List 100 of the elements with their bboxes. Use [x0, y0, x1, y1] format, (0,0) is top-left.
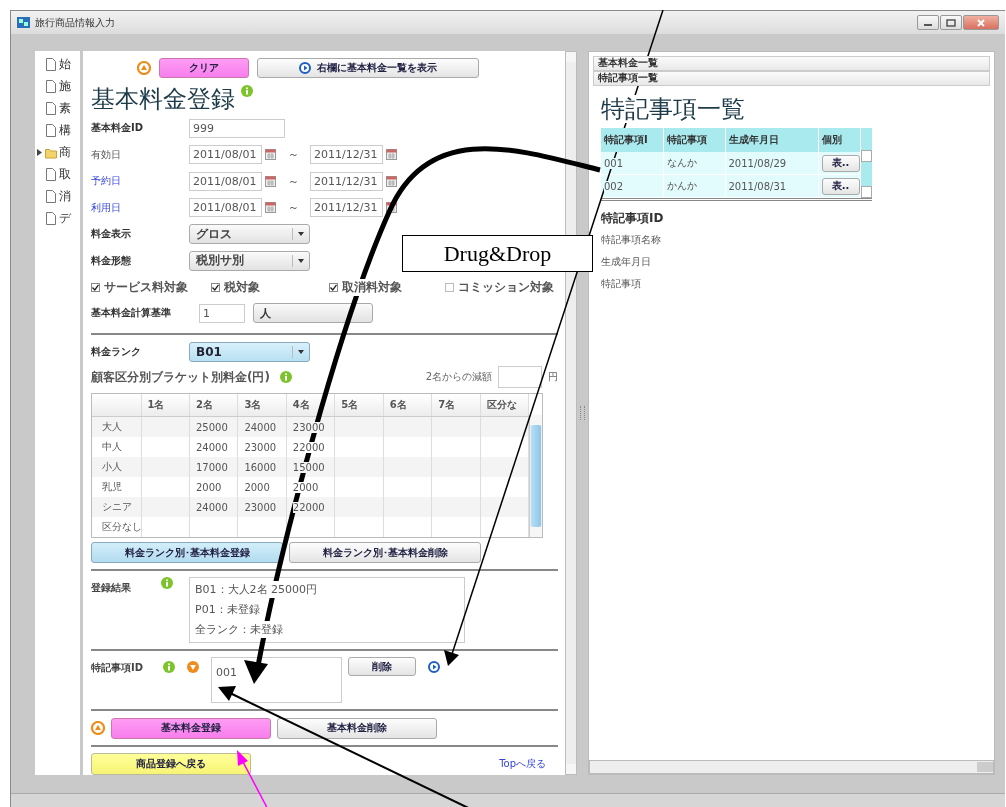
detail-label: 特記事項ID — [601, 211, 665, 225]
play-icon[interactable] — [428, 661, 440, 673]
clear-button[interactable]: クリア — [159, 58, 249, 78]
date-field[interactable]: 2011/12/31 — [310, 171, 383, 191]
column-header[interactable]: 2名 — [189, 394, 238, 417]
row-header: 中人 — [92, 437, 141, 457]
table-cell: 002 — [604, 180, 624, 192]
checkbox[interactable] — [91, 282, 100, 292]
show-list-button[interactable]: 右欄に基本料金一覧を表示 — [257, 58, 479, 78]
expand-down-icon[interactable] — [187, 661, 199, 673]
scrollbar[interactable] — [565, 51, 577, 775]
date-field[interactable]: 2011/08/01 — [189, 171, 262, 191]
column-header[interactable]: 6名 — [383, 394, 432, 417]
note-id-field[interactable]: 001 — [211, 657, 342, 703]
column-header[interactable]: 区分な — [480, 394, 529, 417]
date-field[interactable]: 2011/12/31 — [310, 145, 383, 165]
minimize-button[interactable] — [917, 15, 939, 30]
collapse-up-icon[interactable] — [137, 61, 151, 75]
column-header[interactable]: 7名 — [431, 394, 481, 417]
checkbox-label: サービス料対象 — [104, 278, 188, 296]
collapse-arrow-icon[interactable] — [36, 149, 42, 156]
play-icon[interactable] — [299, 62, 311, 74]
rank-button[interactable]: 料金ランク別･基本料金登録 — [91, 542, 283, 563]
column-header[interactable]: 特記事項I — [601, 128, 663, 152]
column-header[interactable]: 生成年月日 — [725, 128, 818, 152]
tree-item[interactable]: 構 — [59, 122, 71, 139]
delete-button[interactable]: 削除 — [348, 657, 416, 676]
field-link[interactable]: 予約日 — [91, 174, 189, 189]
quantity-field[interactable]: 1 — [199, 303, 245, 323]
date-field[interactable]: 2011/08/01 — [189, 145, 262, 165]
rank-button[interactable]: 料金ランク別･基本料金削除 — [289, 542, 481, 563]
field-label: 料金表示 — [91, 227, 132, 242]
id-field[interactable]: 999 — [189, 118, 285, 138]
rank-dropdown[interactable]: B01 — [189, 341, 310, 362]
file-icon — [45, 190, 57, 203]
info-icon[interactable] — [163, 661, 175, 673]
unit-label: 円 — [548, 370, 558, 384]
show-button[interactable]: 表.. — [821, 154, 860, 172]
accordion-header[interactable]: 特記事項一覧 — [593, 71, 990, 86]
scrollbar[interactable] — [589, 760, 994, 774]
panel-title: 特記事項一覧 — [601, 95, 745, 123]
app-icon — [17, 17, 30, 28]
tree-item[interactable]: 始 — [59, 56, 71, 73]
column-header[interactable]: 3名 — [237, 394, 287, 417]
field-link[interactable]: 利用日 — [91, 200, 189, 215]
scrollbar[interactable] — [529, 415, 542, 537]
table-cell: 24000 — [244, 421, 277, 433]
close-button[interactable] — [963, 15, 999, 30]
field-label: 基本料金ID — [91, 121, 145, 136]
table-cell: 25000 — [195, 421, 228, 433]
info-icon[interactable] — [161, 577, 173, 589]
table-cell: 2000 — [244, 481, 270, 493]
checkbox-label: コミッション対象 — [458, 278, 554, 296]
checkbox-label: 取消料対象 — [342, 278, 402, 296]
range-separator: ～ — [286, 200, 300, 216]
action-button[interactable]: 基本料金削除 — [277, 717, 437, 739]
discount-field[interactable] — [498, 366, 542, 388]
checkbox[interactable] — [445, 282, 454, 292]
tree-item[interactable]: デ — [59, 210, 71, 227]
field-label: 基本料金計算基準 — [91, 306, 172, 321]
folder-icon — [45, 146, 57, 159]
checkbox[interactable] — [329, 282, 338, 292]
range-separator: ～ — [286, 173, 300, 189]
table-cell: 24000 — [195, 441, 228, 453]
table-cell: なんか — [663, 152, 725, 175]
column-header[interactable]: 個別 — [818, 128, 860, 152]
table-cell: 2000 — [195, 481, 222, 493]
top-link[interactable]: Topへ戻る — [499, 757, 546, 771]
table-cell: 23000 — [292, 421, 325, 433]
info-icon[interactable] — [279, 371, 292, 383]
maximize-icon — [946, 18, 956, 27]
file-icon — [45, 124, 57, 137]
column-header[interactable]: 5名 — [334, 394, 384, 417]
action-button[interactable]: 基本料金登録 — [111, 717, 271, 739]
dropdown[interactable]: グロス — [189, 224, 310, 245]
column-header[interactable]: 特記事項 — [663, 128, 725, 152]
tree-item[interactable]: 商 — [59, 144, 71, 161]
dropdown[interactable]: 税別サ別 — [189, 250, 310, 271]
tree-item[interactable]: 素 — [59, 100, 71, 117]
collapse-up-icon[interactable] — [91, 721, 105, 735]
info-icon[interactable] — [241, 85, 253, 97]
column-header[interactable]: 1名 — [141, 394, 190, 417]
field-label: 2名からの減額 — [425, 370, 492, 384]
maximize-button[interactable] — [940, 15, 962, 30]
unit-dropdown[interactable]: 人 — [253, 303, 373, 324]
checkbox[interactable] — [211, 282, 220, 292]
table-cell: 2011/08/29 — [725, 152, 818, 175]
file-icon — [45, 102, 57, 115]
date-field[interactable]: 2011/08/01 — [189, 198, 262, 218]
tree-item[interactable]: 取 — [59, 166, 71, 183]
table-cell: 17000 — [195, 461, 228, 473]
checkbox-label: 税対象 — [224, 278, 260, 296]
back-button[interactable]: 商品登録へ戻る — [91, 753, 251, 775]
tree-item[interactable]: 消 — [59, 188, 71, 205]
field-label: 有効日 — [91, 147, 122, 162]
accordion-header[interactable]: 基本料金一覧 — [593, 56, 990, 71]
show-button[interactable]: 表.. — [821, 177, 860, 195]
tree-item[interactable]: 施 — [59, 78, 71, 95]
caret-icon — [298, 349, 304, 354]
date-field[interactable]: 2011/12/31 — [310, 198, 383, 218]
